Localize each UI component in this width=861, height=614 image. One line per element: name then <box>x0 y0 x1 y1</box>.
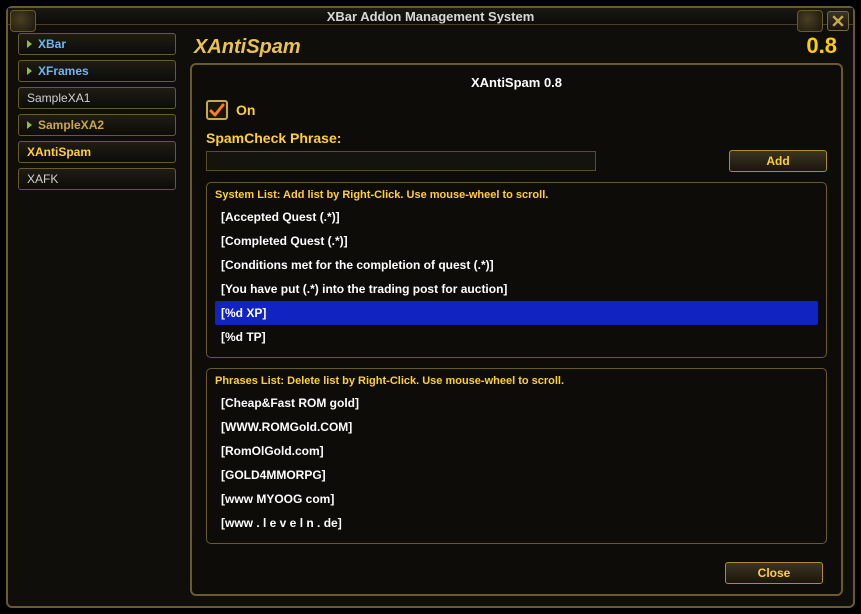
sidebar-item-samplexa1[interactable]: SampleXA1 <box>18 87 176 109</box>
on-checkbox[interactable] <box>206 100 228 120</box>
addon-header: XAntiSpam 0.8 <box>190 33 843 63</box>
phrase-section: SpamCheck Phrase: Add <box>206 130 827 172</box>
sidebar-item-label: XAFK <box>27 172 58 186</box>
arrow-icon <box>27 121 32 129</box>
sidebar-item-label: SampleXA2 <box>38 118 104 132</box>
list-item[interactable]: [www MYOOG com] <box>215 487 818 511</box>
phrase-label: SpamCheck Phrase: <box>206 130 827 146</box>
sidebar-item-samplexa2[interactable]: SampleXA2 <box>18 114 176 136</box>
panel-title: XAntiSpam 0.8 <box>206 75 827 90</box>
on-label: On <box>236 102 255 118</box>
phrases-list-hint: Phrases List: Delete list by Right-Click… <box>215 375 818 387</box>
phrases-list-box: Phrases List: Delete list by Right-Click… <box>206 368 827 544</box>
sidebar-item-label: XAntiSpam <box>27 145 91 159</box>
close-icon <box>832 15 844 27</box>
addon-version: 0.8 <box>806 33 837 59</box>
list-item[interactable]: [%d XP] <box>215 301 818 325</box>
sidebar-item-xantispam[interactable]: XAntiSpam <box>18 141 176 163</box>
arrow-icon <box>27 40 32 48</box>
addon-panel: XAntiSpam 0.8 On SpamCheck Phrase: Add S <box>190 63 843 596</box>
close-button[interactable]: Close <box>725 562 823 584</box>
sidebar-item-xframes[interactable]: XFrames <box>18 60 176 82</box>
sidebar-item-xafk[interactable]: XAFK <box>18 168 176 190</box>
list-item[interactable]: [Accepted Quest (.*)] <box>215 205 818 229</box>
window-body: XBarXFramesSampleXA1SampleXA2XAntiSpamXA… <box>8 25 853 606</box>
list-item[interactable]: [You have put (.*) into the trading post… <box>215 277 818 301</box>
sidebar-item-label: XBar <box>38 37 66 51</box>
system-list[interactable]: [Accepted Quest (.*)][Completed Quest (.… <box>215 205 818 349</box>
list-item[interactable]: [Cheap&Fast ROM gold] <box>215 391 818 415</box>
window-title: XBar Addon Management System <box>327 9 535 24</box>
footer: Close <box>206 554 827 584</box>
ornament-left <box>10 10 36 32</box>
titlebar: XBar Addon Management System <box>8 8 853 25</box>
arrow-icon <box>27 67 32 75</box>
addon-name: XAntiSpam <box>194 36 301 59</box>
sidebar-item-xbar[interactable]: XBar <box>18 33 176 55</box>
list-item[interactable]: [WWW.ROMGold.COM] <box>215 415 818 439</box>
sidebar: XBar XFrames SampleXA1 SampleXA2 XAntiSpam XA… <box>18 33 176 596</box>
list-item[interactable]: [Conditions met for the completion of qu… <box>215 253 818 277</box>
phrases-list[interactable]: [Cheap&Fast ROM gold][WWW.ROMGold.COM][R… <box>215 391 818 535</box>
list-item[interactable]: [www . l e v e l n . de] <box>215 511 818 535</box>
sidebar-item-label: XFrames <box>38 64 89 78</box>
window-close-button[interactable] <box>827 11 849 31</box>
on-toggle-row: On <box>206 100 827 120</box>
system-list-hint: System List: Add list by Right-Click. Us… <box>215 189 818 201</box>
list-item[interactable]: [RomOlGold.com] <box>215 439 818 463</box>
main-area: XAntiSpam 0.8 XAntiSpam 0.8 On SpamCheck… <box>190 33 843 596</box>
sidebar-item-label: SampleXA1 <box>27 91 90 105</box>
phrase-input[interactable] <box>206 151 596 171</box>
list-item[interactable]: [%d TP] <box>215 325 818 349</box>
list-item[interactable]: [GOLD4MMORPG] <box>215 463 818 487</box>
add-button[interactable]: Add <box>729 150 827 172</box>
addon-window: XBar Addon Management System XBar XFrames… <box>6 6 855 608</box>
check-icon <box>209 102 225 118</box>
list-item[interactable]: [Completed Quest (.*)] <box>215 229 818 253</box>
system-list-box: System List: Add list by Right-Click. Us… <box>206 182 827 358</box>
ornament-right <box>797 10 823 32</box>
phrase-row: Add <box>206 150 827 172</box>
